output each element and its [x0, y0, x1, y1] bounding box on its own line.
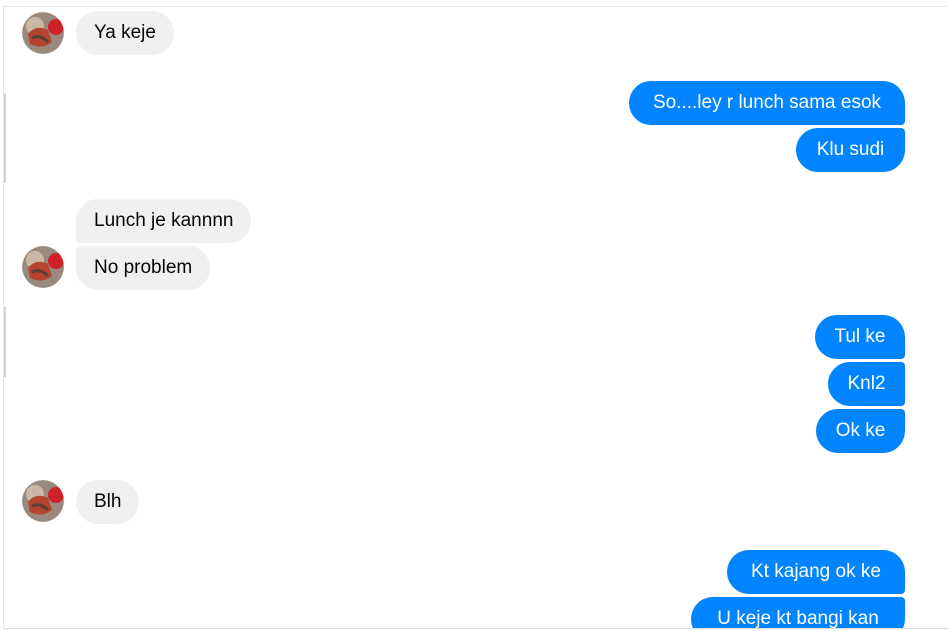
- message-bubble-outgoing[interactable]: Tul ke: [815, 315, 905, 359]
- message-bubble-outgoing[interactable]: Knl2: [828, 362, 905, 406]
- contact-avatar-icon[interactable]: [22, 480, 64, 522]
- chat-thread: Ya keje So....ley r lunch sama esok Klu …: [3, 6, 948, 629]
- scroll-edge-mark: [4, 307, 6, 377]
- message-bubble-incoming[interactable]: Blh: [76, 480, 140, 524]
- contact-avatar-icon[interactable]: [22, 246, 64, 288]
- message-bubble-incoming[interactable]: No problem: [76, 246, 211, 290]
- scroll-edge-mark: [4, 93, 6, 183]
- message-bubble-incoming[interactable]: Lunch je kannnn: [76, 199, 252, 243]
- message-bubble-outgoing[interactable]: Ok ke: [816, 409, 905, 453]
- contact-avatar-icon[interactable]: [22, 12, 64, 54]
- message-bubble-outgoing[interactable]: Kt kajang ok ke: [727, 550, 905, 594]
- message-bubble-incoming[interactable]: Ya keje: [76, 11, 174, 55]
- message-bubble-outgoing[interactable]: U keje kt bangi kan: [691, 597, 905, 628]
- message-bubble-outgoing[interactable]: Klu sudi: [796, 128, 905, 172]
- message-bubble-outgoing[interactable]: So....ley r lunch sama esok: [629, 81, 905, 125]
